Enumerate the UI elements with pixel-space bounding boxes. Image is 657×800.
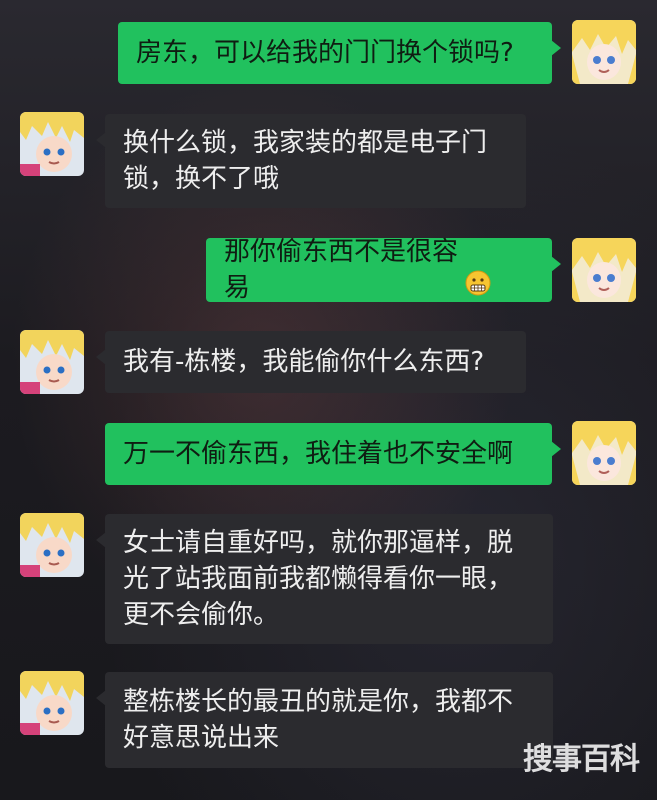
avatar-self[interactable] — [572, 421, 636, 485]
message-bubble[interactable]: 房东，可以给我的门门换个锁吗? — [118, 22, 561, 84]
message-text: 那你偷东西不是很容易 — [224, 237, 459, 303]
avatar-contact[interactable] — [20, 330, 84, 394]
avatar-self[interactable] — [572, 20, 636, 84]
avatar-self[interactable] — [572, 238, 636, 302]
avatar-contact[interactable] — [20, 671, 84, 735]
message-text: 我有-栋楼，我能偷你什么东西? — [123, 347, 485, 377]
message-bubble[interactable]: 整栋楼长的最丑的就是你，我都不 好意思说出来 — [96, 672, 553, 768]
avatar-contact[interactable] — [20, 513, 84, 577]
message-text: 女士请自重好吗，就你那逼样，脱 光了站我面前我都懒得看你一眼， 更不会偷你。 — [123, 528, 514, 630]
message-bubble[interactable]: 换什么锁，我家装的都是电子门 锁，换不了哦 — [96, 114, 526, 208]
watermark-logo: 搜事百科 — [523, 742, 640, 777]
message-text: 房东，可以给我的门门换个锁吗? — [136, 38, 514, 68]
message-bubble[interactable]: 我有-栋楼，我能偷你什么东西? — [96, 331, 526, 393]
grimace-emoji-icon — [465, 198, 534, 342]
message-bubble[interactable]: 女士请自重好吗，就你那逼样，脱 光了站我面前我都懒得看你一眼， 更不会偷你。 — [96, 514, 553, 644]
message-text: 整栋楼长的最丑的就是你，我都不 好意思说出来 — [123, 687, 514, 753]
avatar-contact[interactable] — [20, 112, 84, 176]
message-text: 换什么锁，我家装的都是电子门 锁，换不了哦 — [123, 128, 488, 194]
message-text: 万一不偷东西，我住着也不安全啊 — [123, 439, 514, 469]
message-bubble[interactable]: 那你偷东西不是很容易 — [206, 237, 561, 303]
message-bubble[interactable]: 万一不偷东西，我住着也不安全啊 — [105, 423, 561, 485]
